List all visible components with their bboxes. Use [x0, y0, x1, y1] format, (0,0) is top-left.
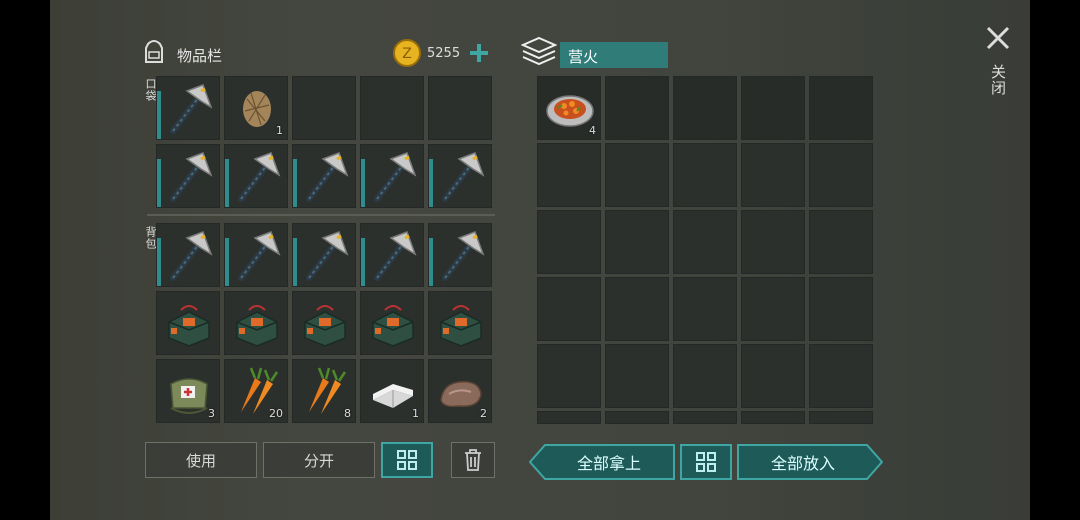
campfire-slot[interactable] — [809, 344, 873, 408]
use-button[interactable]: 使用 — [145, 442, 257, 478]
sort-inventory-button[interactable] — [381, 442, 433, 478]
campfire-slot[interactable] — [605, 76, 669, 140]
durability-bar — [157, 159, 161, 207]
svg-text:Z: Z — [402, 46, 412, 62]
campfire-slot[interactable] — [537, 143, 601, 207]
campfire-slot[interactable] — [673, 76, 737, 140]
campfire-slot[interactable] — [741, 210, 805, 274]
item-count: 4 — [589, 124, 596, 137]
campfire-slot[interactable] — [605, 344, 669, 408]
campfire-slot[interactable] — [673, 143, 737, 207]
inventory-slot[interactable]: 8 — [292, 359, 356, 423]
durability-bar — [293, 238, 297, 286]
inventory-slot[interactable] — [360, 76, 424, 140]
inventory-slot[interactable] — [292, 76, 356, 140]
durability-bar — [361, 159, 365, 207]
campfire-slot[interactable] — [741, 411, 805, 424]
campfire-slot[interactable] — [605, 143, 669, 207]
put-all-label: 全部放入 — [770, 454, 835, 473]
inventory-slot[interactable] — [292, 144, 356, 208]
campfire-slot[interactable] — [673, 210, 737, 274]
campfire-slot[interactable] — [741, 76, 805, 140]
campfire-slot[interactable] — [809, 210, 873, 274]
inventory-slot[interactable] — [156, 223, 220, 287]
take-all-label: 全部拿上 — [576, 454, 641, 473]
close-icon — [986, 26, 1010, 50]
grid-icon — [696, 452, 716, 472]
grid-icon — [397, 450, 417, 470]
campfire-slot[interactable] — [537, 210, 601, 274]
game-screen: 物品栏 Z 5255 口袋 背包 1 3 20 8 1 2 营火 4 关闭 使用 分开 全… — [0, 0, 1080, 520]
inventory-slot[interactable] — [360, 144, 424, 208]
campfire-slot[interactable] — [809, 143, 873, 207]
campfire-slot[interactable] — [673, 277, 737, 341]
campfire-slot[interactable] — [605, 411, 669, 424]
coin-icon: Z — [392, 38, 422, 68]
inventory-slot[interactable] — [428, 223, 492, 287]
inventory-slot[interactable] — [292, 291, 356, 355]
inventory-slot[interactable]: 1 — [360, 359, 424, 423]
campfire-slot[interactable] — [741, 344, 805, 408]
campfire-slot[interactable] — [809, 277, 873, 341]
durability-bar — [429, 159, 433, 207]
inventory-slot[interactable] — [224, 223, 288, 287]
coin-count: 5255 — [427, 46, 461, 61]
inventory-slot[interactable] — [360, 223, 424, 287]
close-label[interactable]: 关闭 — [988, 64, 1009, 96]
inventory-slot[interactable] — [360, 291, 424, 355]
put-all-button[interactable]: 全部放入 — [737, 444, 883, 480]
item-count: 8 — [344, 407, 351, 420]
add-coins-button[interactable] — [468, 42, 490, 64]
campfire-slot[interactable] — [673, 344, 737, 408]
campfire-slot[interactable] — [741, 143, 805, 207]
item-count: 3 — [208, 407, 215, 420]
inventory-slot[interactable]: 3 — [156, 359, 220, 423]
item-count: 2 — [480, 407, 487, 420]
durability-bar — [361, 238, 365, 286]
campfire-slot[interactable] — [605, 277, 669, 341]
campfire-slot[interactable] — [809, 411, 873, 424]
sort-container-button[interactable] — [680, 444, 732, 480]
section-divider — [147, 214, 495, 216]
trash-icon — [465, 449, 481, 471]
campfire-slot[interactable] — [537, 277, 601, 341]
inventory-slot[interactable] — [156, 144, 220, 208]
take-all-button[interactable]: 全部拿上 — [529, 444, 675, 480]
inventory-slot[interactable] — [156, 76, 220, 140]
inventory-slot[interactable] — [428, 76, 492, 140]
campfire-slot[interactable] — [537, 344, 601, 408]
item-count: 1 — [276, 124, 283, 137]
durability-bar — [157, 91, 161, 139]
inventory-title: 物品栏 — [177, 47, 223, 65]
campfire-slot[interactable] — [741, 277, 805, 341]
campfire-slot[interactable] — [673, 411, 737, 424]
inventory-slot[interactable]: 20 — [224, 359, 288, 423]
item-count: 1 — [412, 407, 419, 420]
inventory-slot[interactable] — [428, 291, 492, 355]
split-button[interactable]: 分开 — [263, 442, 375, 478]
container-title: 营火 — [568, 48, 599, 66]
inventory-slot[interactable] — [224, 291, 288, 355]
item-count: 20 — [269, 407, 283, 420]
inventory-slot[interactable]: 1 — [224, 76, 288, 140]
inventory-slot[interactable]: 2 — [428, 359, 492, 423]
durability-bar — [225, 159, 229, 207]
inventory-slot[interactable] — [224, 144, 288, 208]
close-button[interactable] — [984, 24, 1012, 52]
campfire-slot[interactable] — [809, 76, 873, 140]
container-icon — [520, 36, 558, 68]
durability-bar — [293, 159, 297, 207]
inventory-slot[interactable] — [292, 223, 356, 287]
inventory-slot[interactable] — [156, 291, 220, 355]
campfire-slot[interactable]: 4 — [537, 76, 601, 140]
durability-bar — [225, 238, 229, 286]
durability-bar — [157, 238, 161, 286]
campfire-slot[interactable] — [537, 411, 601, 424]
trash-button[interactable] — [451, 442, 495, 478]
campfire-slot[interactable] — [605, 210, 669, 274]
durability-bar — [429, 238, 433, 286]
inventory-slot[interactable] — [428, 144, 492, 208]
backpack-icon — [140, 38, 168, 66]
